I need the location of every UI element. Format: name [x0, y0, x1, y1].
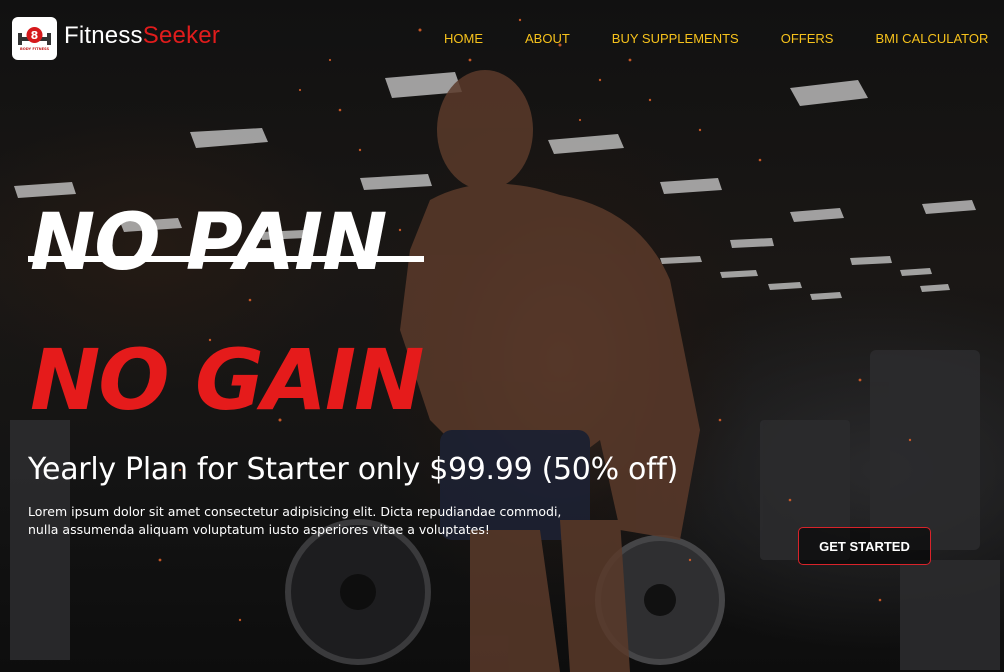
headline-strikethrough	[28, 256, 424, 262]
nav-home[interactable]: HOME	[444, 31, 483, 46]
main-nav: HOME ABOUT BUY SUPPLEMENTS OFFERS BMI CA…	[444, 31, 988, 46]
logo[interactable]: 8 BODY FITNESS	[12, 17, 57, 60]
nav-about[interactable]: ABOUT	[525, 31, 570, 46]
dumbbell-logo-icon: 8 BODY FITNESS	[18, 27, 51, 51]
hero-headline-line2: NO GAIN	[30, 331, 424, 429]
logo-caption: BODY FITNESS	[20, 47, 50, 51]
hero-page: 8 BODY FITNESS FitnessSeeker HOME ABOUT …	[0, 0, 1004, 672]
nav-offers[interactable]: OFFERS	[781, 31, 834, 46]
hero-description: Lorem ipsum dolor sit amet consectetur a…	[28, 504, 562, 537]
plan-offer-text: Yearly Plan for Starter only $99.99 (50%…	[28, 452, 679, 487]
hero-headline-line1: NO PAIN	[30, 198, 387, 288]
logo-mark-text: 8	[31, 29, 39, 42]
get-started-button[interactable]: GET STARTED	[798, 527, 931, 565]
nav-buy-supplements[interactable]: BUY SUPPLEMENTS	[612, 31, 739, 46]
brand-name-part1: Fitness	[64, 22, 143, 49]
brand-name-part2: Seeker	[142, 22, 221, 49]
nav-bmi-calculator[interactable]: BMI CALCULATOR	[875, 31, 988, 46]
brand-name[interactable]: FitnessSeeker	[64, 22, 220, 50]
